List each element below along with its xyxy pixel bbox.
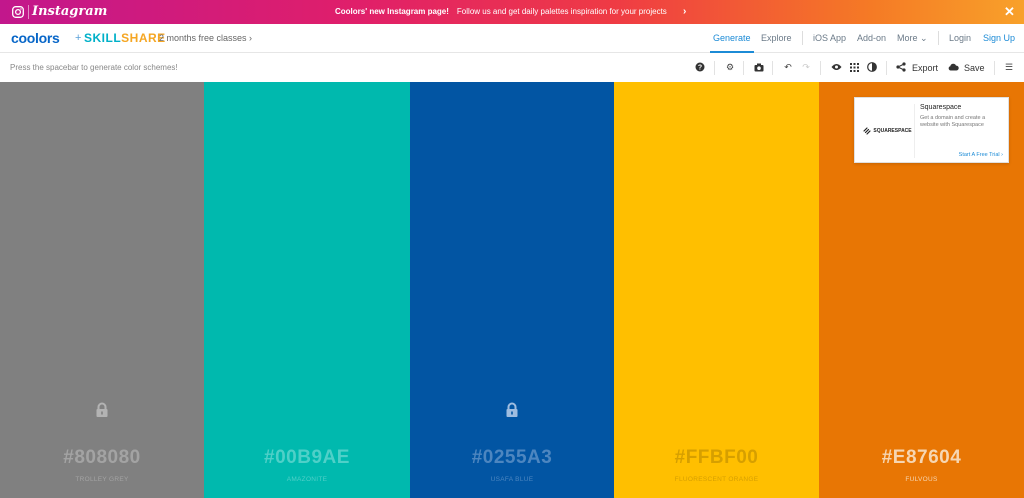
squarespace-logo[interactable]: SQUARESPACE xyxy=(861,104,915,158)
coolors-logo[interactable]: coolors xyxy=(11,30,60,46)
nav-sign-up[interactable]: Sign Up xyxy=(983,33,1015,43)
squarespace-icon xyxy=(863,127,871,135)
nav-divider xyxy=(802,31,803,45)
gear-icon[interactable]: ⚙ xyxy=(724,61,736,73)
squarespace-logo-text: SQUARESPACE xyxy=(873,128,912,134)
top-nav: coolors + SKILLSHARE 2 months free class… xyxy=(0,24,1024,53)
grid-icon[interactable] xyxy=(848,61,860,73)
swatch[interactable]: #FFBF00 FLUORESCENT ORANGE xyxy=(614,82,819,498)
swatch-name: FULVOUS xyxy=(905,476,938,483)
close-icon[interactable]: ✕ xyxy=(1004,4,1015,20)
skillshare-logo-a: SKILL xyxy=(84,31,122,45)
promo-link[interactable]: 2 months free classes › xyxy=(159,33,252,43)
nav-ios-app[interactable]: iOS App xyxy=(813,33,846,43)
spacebar-hint: Press the spacebar to generate color sch… xyxy=(10,63,178,72)
share-icon[interactable] xyxy=(895,61,907,73)
contrast-icon[interactable] xyxy=(866,61,878,73)
redo-icon[interactable]: ↷ xyxy=(800,61,812,73)
nav-login[interactable]: Login xyxy=(949,33,971,43)
swatch-name: AMAZONITE xyxy=(286,476,328,483)
swatch[interactable]: #00B9AE AMAZONITE xyxy=(204,82,410,498)
swatch-hex[interactable]: #808080 xyxy=(0,447,204,469)
banner-divider xyxy=(28,5,29,19)
banner-text: Follow us and get daily palettes inspira… xyxy=(456,7,667,16)
ad-cta-link[interactable]: Start A Free Trial › xyxy=(959,152,1003,158)
swatch[interactable]: #808080 TROLLEY GREY xyxy=(0,82,204,498)
instagram-wordmark[interactable]: Instagram xyxy=(32,4,107,19)
toolbar-divider xyxy=(820,61,821,75)
swatch[interactable]: #0255A3 USAFA BLUE xyxy=(410,82,614,498)
swatch-hex[interactable]: #E87604 xyxy=(819,447,1024,469)
nav-generate[interactable]: Generate xyxy=(713,33,751,43)
save-button[interactable]: Save xyxy=(964,63,985,73)
swatch-hex[interactable]: #00B9AE xyxy=(204,447,410,469)
nav-explore[interactable]: Explore xyxy=(761,33,792,43)
swatch-name: TROLLEY GREY xyxy=(75,476,129,483)
svg-text:?: ? xyxy=(698,65,702,72)
menu-icon[interactable]: ☰ xyxy=(1003,61,1015,73)
swatch-name: FLUORESCENT ORANGE xyxy=(674,476,759,483)
eye-icon[interactable] xyxy=(830,61,842,73)
ad-title[interactable]: Squarespace xyxy=(920,104,961,111)
banner-message[interactable]: Coolors' new Instagram page! Follow us an… xyxy=(335,7,667,16)
partner-plus: + xyxy=(75,32,82,44)
instagram-icon[interactable] xyxy=(12,6,24,18)
sponsor-ad[interactable]: SQUARESPACE Squarespace Get a domain and… xyxy=(854,97,1009,163)
skillshare-logo[interactable]: SKILLSHARE xyxy=(84,31,166,45)
instagram-banner[interactable]: Instagram Coolors' new Instagram page! Fo… xyxy=(0,0,1024,24)
toolbar-divider xyxy=(714,61,715,75)
toolbar-divider xyxy=(743,61,744,75)
export-button[interactable]: Export xyxy=(912,63,938,73)
toolbar-divider xyxy=(994,61,995,75)
camera-icon[interactable] xyxy=(753,61,765,73)
nav-add-on[interactable]: Add-on xyxy=(857,33,886,43)
lock-icon[interactable] xyxy=(95,402,109,418)
swatch-hex[interactable]: #0255A3 xyxy=(410,447,614,469)
ad-description: Get a domain and create a website with S… xyxy=(920,115,986,128)
toolbar-divider xyxy=(772,61,773,75)
lock-icon[interactable] xyxy=(505,402,519,418)
nav-divider xyxy=(938,31,939,45)
chevron-right-icon[interactable]: › xyxy=(683,6,686,17)
toolbar-divider xyxy=(886,61,887,75)
toolbar: Press the spacebar to generate color sch… xyxy=(0,53,1024,82)
help-icon[interactable]: ? xyxy=(694,61,706,73)
swatch-hex[interactable]: #FFBF00 xyxy=(614,447,819,469)
banner-bold-text: Coolors' new Instagram page! xyxy=(335,7,449,16)
swatch-name: USAFA BLUE xyxy=(490,476,534,483)
cloud-icon[interactable] xyxy=(947,61,959,73)
nav-more[interactable]: More ⌄ xyxy=(897,33,928,44)
undo-icon[interactable]: ↶ xyxy=(782,61,794,73)
